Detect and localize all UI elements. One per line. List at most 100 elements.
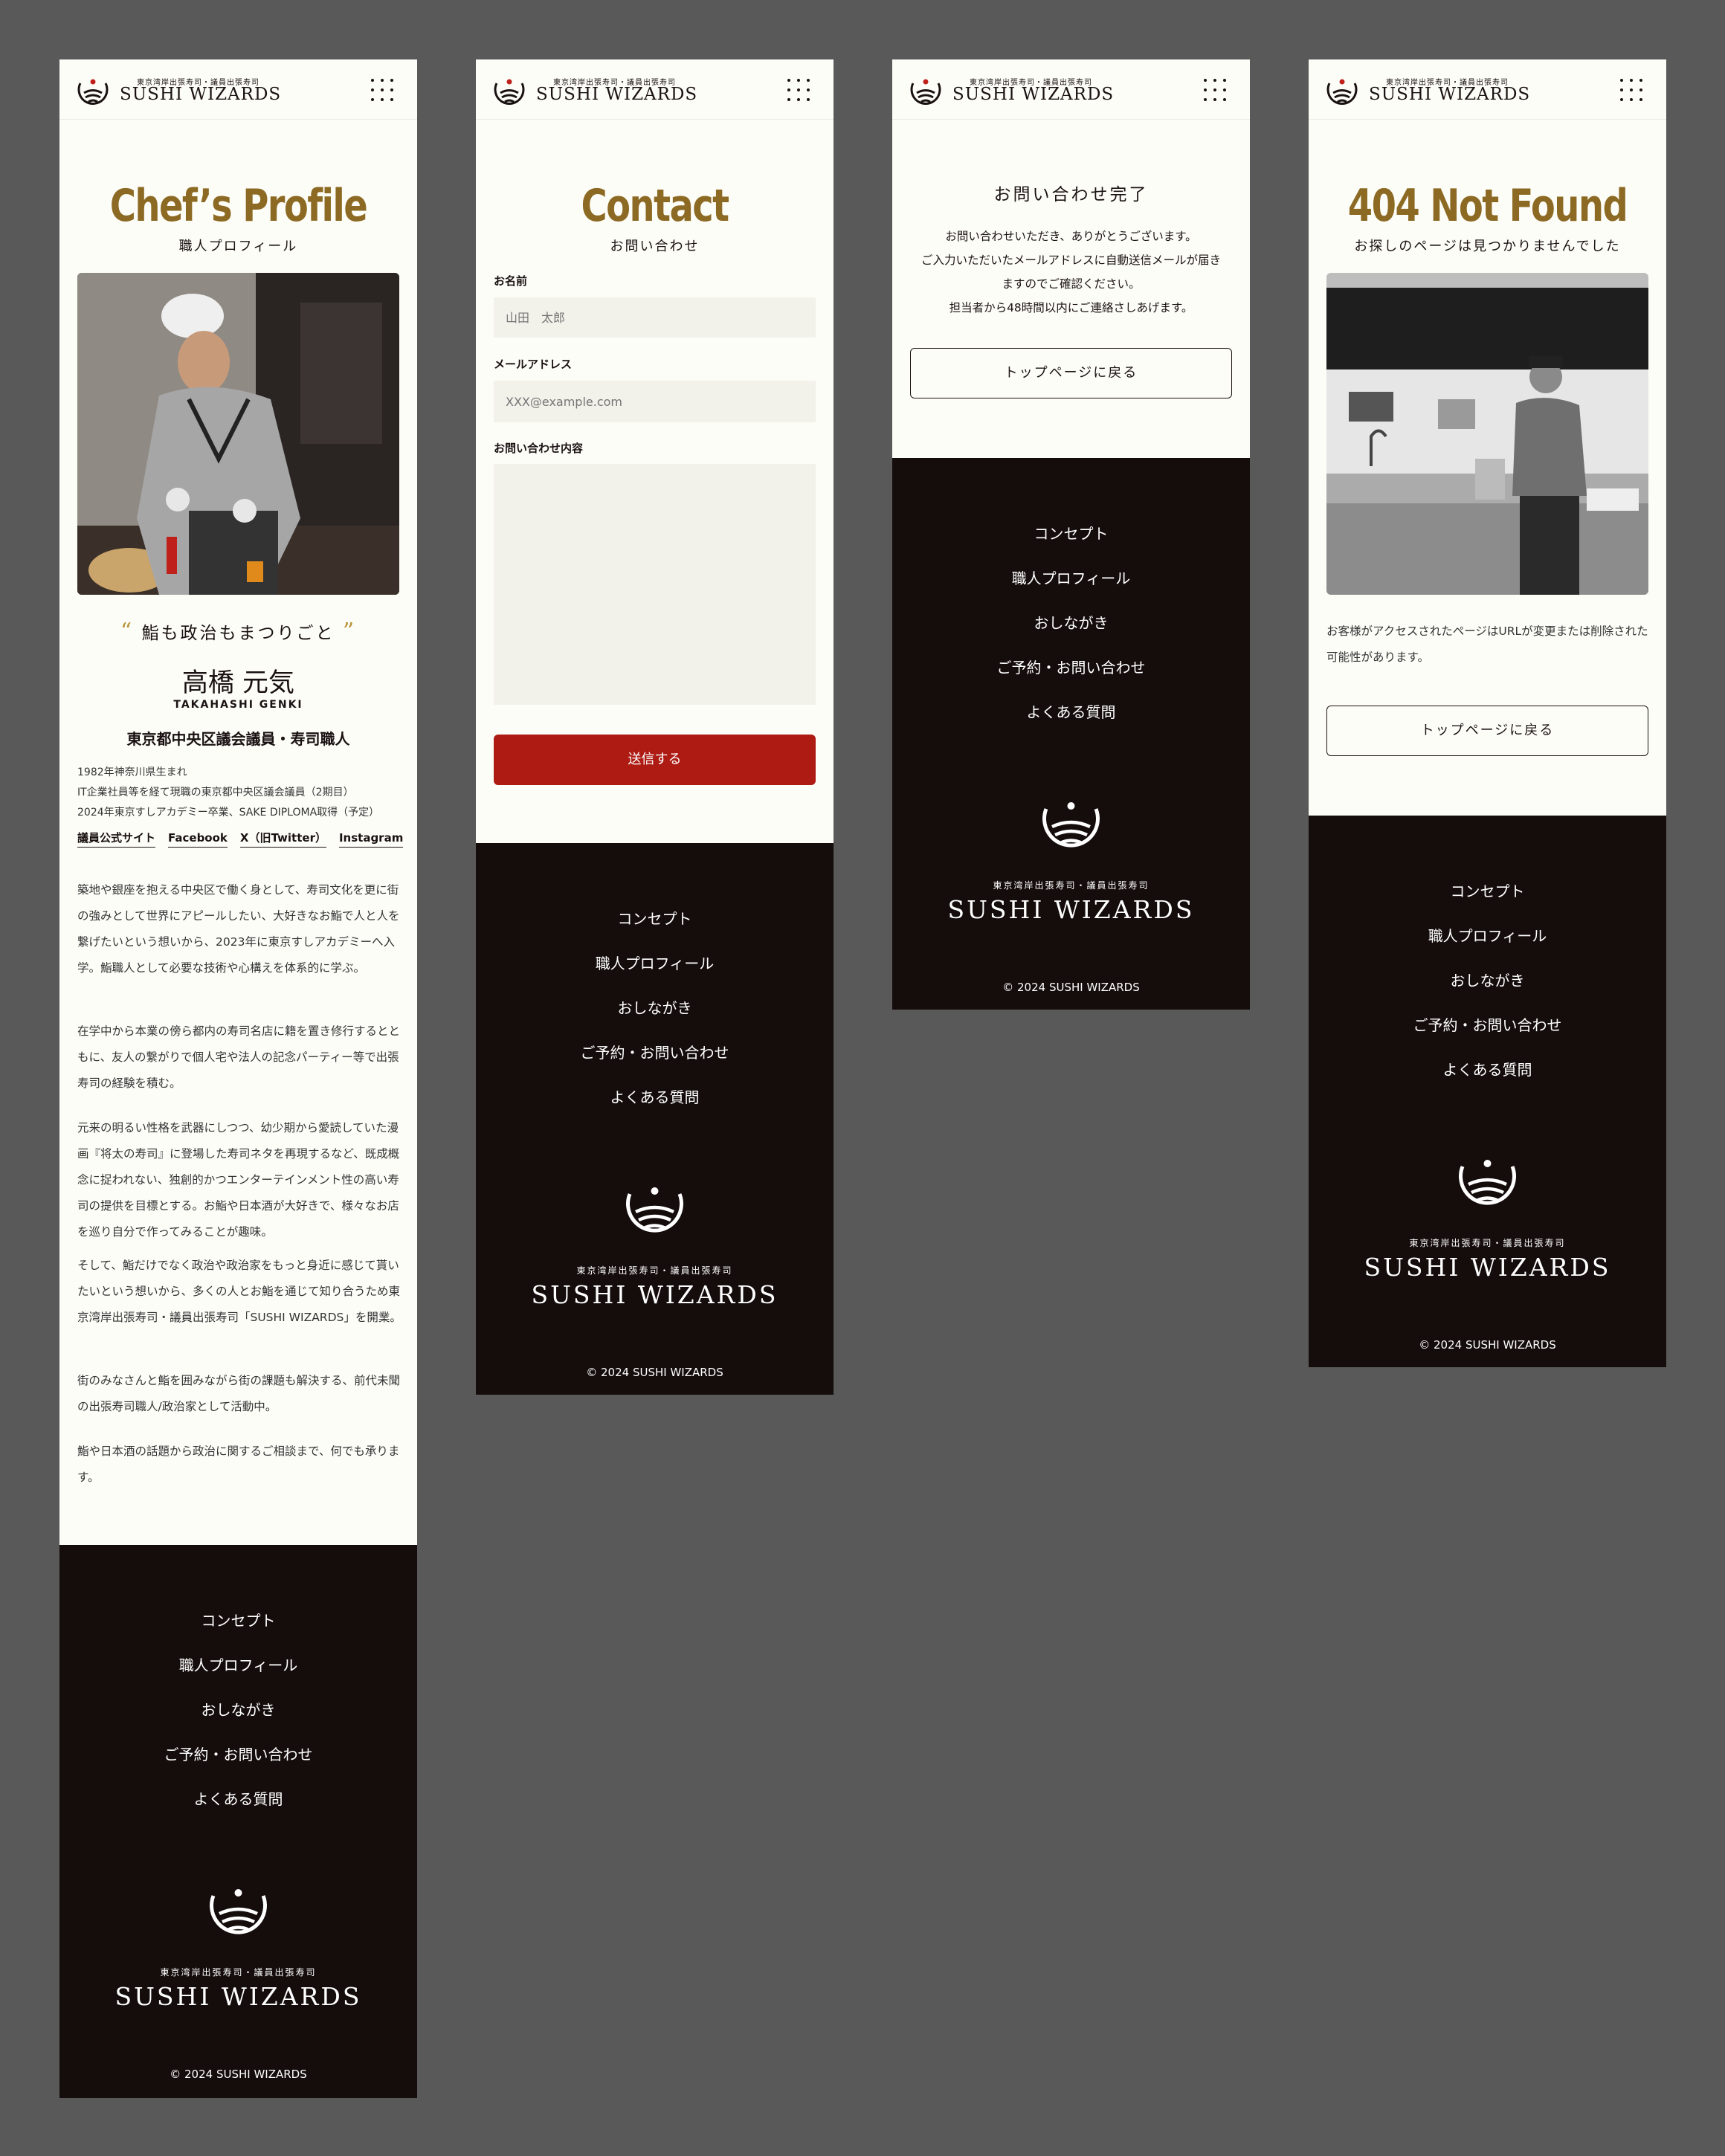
link-facebook[interactable]: Facebook [168, 831, 228, 848]
footer-brand-name: SUSHI WIZARDS [531, 1280, 778, 1309]
chef-name-roman: TAKAHASHI GENKI [173, 699, 303, 711]
footer-nav-menu[interactable]: おしながき [1309, 969, 1666, 990]
footer-brand-subtitle: 東京湾岸出張寿司・議員出張寿司 [160, 1967, 317, 1978]
site-footer: コンセプト 職人プロフィール おしながき ご予約・お問い合わせ よくある質問 東… [1309, 816, 1666, 1367]
footer-nav-contact[interactable]: ご予約・お問い合わせ [476, 1041, 834, 1062]
footer-brand-name: SUSHI WIZARDS [1364, 1253, 1611, 1282]
footer-nav-faq[interactable]: よくある質問 [476, 1085, 834, 1107]
chef-role: 東京都中央区議会議員・寿司職人 [126, 730, 350, 748]
email-label: メールアドレス [494, 358, 573, 371]
quote-open-mark: “ [120, 619, 135, 645]
kitchen-photo [1326, 273, 1648, 595]
page-title: 404 Not Found [1347, 180, 1628, 232]
site-footer: コンセプト 職人プロフィール おしながき ご予約・お問い合わせ よくある質問 東… [59, 1545, 417, 2098]
site-header: 東京湾岸出張寿司・議員出張寿司 SUSHI WIZARDS [1309, 59, 1666, 120]
site-header: 東京湾岸出張寿司・議員出張寿司 SUSHI WIZARDS [476, 59, 834, 120]
profile-screen: 東京湾岸出張寿司・議員出張寿司 SUSHI WIZARDS Chef’s Pro… [59, 59, 417, 2098]
sushi-logo-icon[interactable] [76, 74, 110, 107]
footer-brand-subtitle: 東京湾岸出張寿司・議員出張寿司 [1409, 1238, 1566, 1248]
brand-name[interactable]: SUSHI WIZARDS [120, 85, 281, 104]
sushi-logo-icon[interactable] [1325, 74, 1359, 107]
footer-brand-subtitle: 東京湾岸出張寿司・議員出張寿司 [576, 1265, 733, 1276]
bio-line: 1982年神奈川県生まれ [77, 766, 187, 778]
thanks-message-line: ますのでご確認ください。 [1002, 277, 1141, 291]
page-title: Contact [581, 180, 730, 232]
site-header: 東京湾岸出張寿司・議員出張寿司 SUSHI WIZARDS [59, 59, 417, 120]
footer-copyright: © 2024 SUSHI WIZARDS [1419, 1338, 1556, 1352]
contact-complete-screen: 東京湾岸出張寿司・議員出張寿司 SUSHI WIZARDS お問い合わせ完了 お… [892, 59, 1250, 1010]
not-found-screen: 東京湾岸出張寿司・議員出張寿司 SUSHI WIZARDS 404 Not Fo… [1309, 59, 1666, 1367]
footer-nav-contact[interactable]: ご予約・お問い合わせ [1309, 1013, 1666, 1035]
menu-dots-icon[interactable] [787, 79, 810, 101]
name-input[interactable] [494, 297, 816, 338]
page-subtitle: 職人プロフィール [178, 239, 298, 254]
profile-paragraph: 街のみなさんと鮨を囲みながら街の課題も解決する、前代未聞の出張寿司職人/政治家と… [77, 1374, 401, 1413]
email-input[interactable] [494, 381, 816, 422]
profile-paragraph: 元来の明るい性格を武器にしつつ、幼少期から愛読していた漫画『将太の寿司』に登場し… [77, 1121, 400, 1239]
footer-logo-icon [210, 1889, 267, 1934]
sushi-logo-icon[interactable] [909, 74, 943, 107]
message-label: お問い合わせ内容 [494, 442, 584, 455]
footer-brand-subtitle: 東京湾岸出張寿司・議員出張寿司 [993, 880, 1150, 891]
footer-nav-profile[interactable]: 職人プロフィール [1309, 924, 1666, 946]
submit-button[interactable]: 送信する [494, 735, 816, 785]
profile-paragraph: 在学中から本業の傍ら都内の寿司名店に籍を置き修行するとともに、友人の繋がりで個人… [77, 1024, 401, 1090]
footer-nav-concept[interactable]: コンセプト [892, 522, 1250, 543]
quote-close-mark: ” [342, 619, 357, 645]
contact-screen: 東京湾岸出張寿司・議員出張寿司 SUSHI WIZARDS Contact お問… [476, 59, 834, 1395]
footer-nav-profile[interactable]: 職人プロフィール [476, 952, 834, 973]
message-textarea[interactable] [494, 464, 816, 705]
footer-logo-icon [1459, 1160, 1516, 1205]
site-footer: コンセプト 職人プロフィール おしながき ご予約・お問い合わせ よくある質問 東… [476, 843, 834, 1395]
brand-name[interactable]: SUSHI WIZARDS [1369, 85, 1530, 104]
link-x-twitter[interactable]: X（旧Twitter） [239, 831, 326, 848]
thanks-message-line: ご入力いただいたメールアドレスに自動送信メールが届き [920, 254, 1221, 267]
footer-nav-menu[interactable]: おしながき [892, 611, 1250, 633]
social-links: 議員公式サイト Facebook X（旧Twitter） Instagram [77, 830, 416, 848]
footer-nav-faq[interactable]: よくある質問 [59, 1787, 417, 1809]
menu-dots-icon[interactable] [1204, 79, 1226, 101]
page-title: Chef’s Profile [109, 180, 368, 232]
footer-nav-profile[interactable]: 職人プロフィール [892, 567, 1250, 588]
profile-paragraph: そして、鮨だけでなく政治や政治家をもっと身近に感じて貰いたいという想いから、多く… [77, 1259, 402, 1324]
footer-nav-concept[interactable]: コンセプト [59, 1609, 417, 1630]
profile-paragraph: 鮨や日本酒の話題から政治に関するご相談まで、何でも承ります。 [77, 1445, 400, 1484]
footer-brand-name: SUSHI WIZARDS [115, 1982, 362, 2011]
thanks-message-line: 担当者から48時間以内にご連絡さしあげます。 [949, 301, 1193, 314]
thanks-message-line: お問い合わせいただき、ありがとうございます。 [945, 230, 1197, 243]
footer-copyright: © 2024 SUSHI WIZARDS [1002, 981, 1140, 994]
footer-nav-menu[interactable]: おしながき [59, 1698, 417, 1720]
footer-copyright: © 2024 SUSHI WIZARDS [586, 1366, 723, 1379]
chef-name: 高橋 元気 [181, 668, 295, 698]
back-to-top-button[interactable]: トップページに戻る [910, 348, 1232, 398]
footer-nav-concept[interactable]: コンセプト [1309, 879, 1666, 901]
name-label: お名前 [494, 274, 528, 288]
footer-logo-icon [1042, 802, 1100, 848]
link-instagram[interactable]: Instagram [338, 831, 404, 848]
chef-quote: “ 鮨も政治もまつりごと ” [59, 619, 417, 645]
footer-nav-concept[interactable]: コンセプト [476, 907, 834, 929]
menu-dots-icon[interactable] [371, 79, 393, 101]
chef-photo [77, 273, 399, 595]
footer-nav-faq[interactable]: よくある質問 [1309, 1058, 1666, 1079]
site-header: 東京湾岸出張寿司・議員出張寿司 SUSHI WIZARDS [892, 59, 1250, 120]
brand-name[interactable]: SUSHI WIZARDS [536, 85, 697, 104]
page-subtitle: お探しのページは見つかりませんでした [1354, 239, 1621, 254]
footer-nav-menu[interactable]: おしながき [476, 996, 834, 1018]
footer-nav-faq[interactable]: よくある質問 [892, 700, 1250, 722]
profile-paragraph: 築地や銀座を抱える中央区で働く身として、寿司文化を更に街の強みとして世界にアピー… [77, 883, 400, 975]
back-to-top-button[interactable]: トップページに戻る [1326, 706, 1648, 756]
bio-line: IT企業社員等を経て現職の東京都中央区議会議員（2期目） [77, 787, 354, 798]
footer-copyright: © 2024 SUSHI WIZARDS [170, 2068, 307, 2081]
footer-nav-contact[interactable]: ご予約・お問い合わせ [59, 1743, 417, 1764]
footer-logo-icon [626, 1187, 683, 1233]
footer-nav-contact[interactable]: ご予約・お問い合わせ [892, 656, 1250, 677]
menu-dots-icon[interactable] [1620, 79, 1642, 101]
sushi-logo-icon[interactable] [492, 74, 526, 107]
page-subtitle: お問い合わせ [610, 239, 700, 254]
bio-line: 2024年東京すしアカデミー卒業、SAKE DIPLOMA取得（予定） [77, 807, 380, 819]
brand-name[interactable]: SUSHI WIZARDS [952, 85, 1114, 104]
link-official-site[interactable]: 議員公式サイト [77, 831, 156, 848]
quote-text: 鮨も政治もまつりごと [141, 624, 335, 643]
footer-nav-profile[interactable]: 職人プロフィール [59, 1653, 417, 1675]
